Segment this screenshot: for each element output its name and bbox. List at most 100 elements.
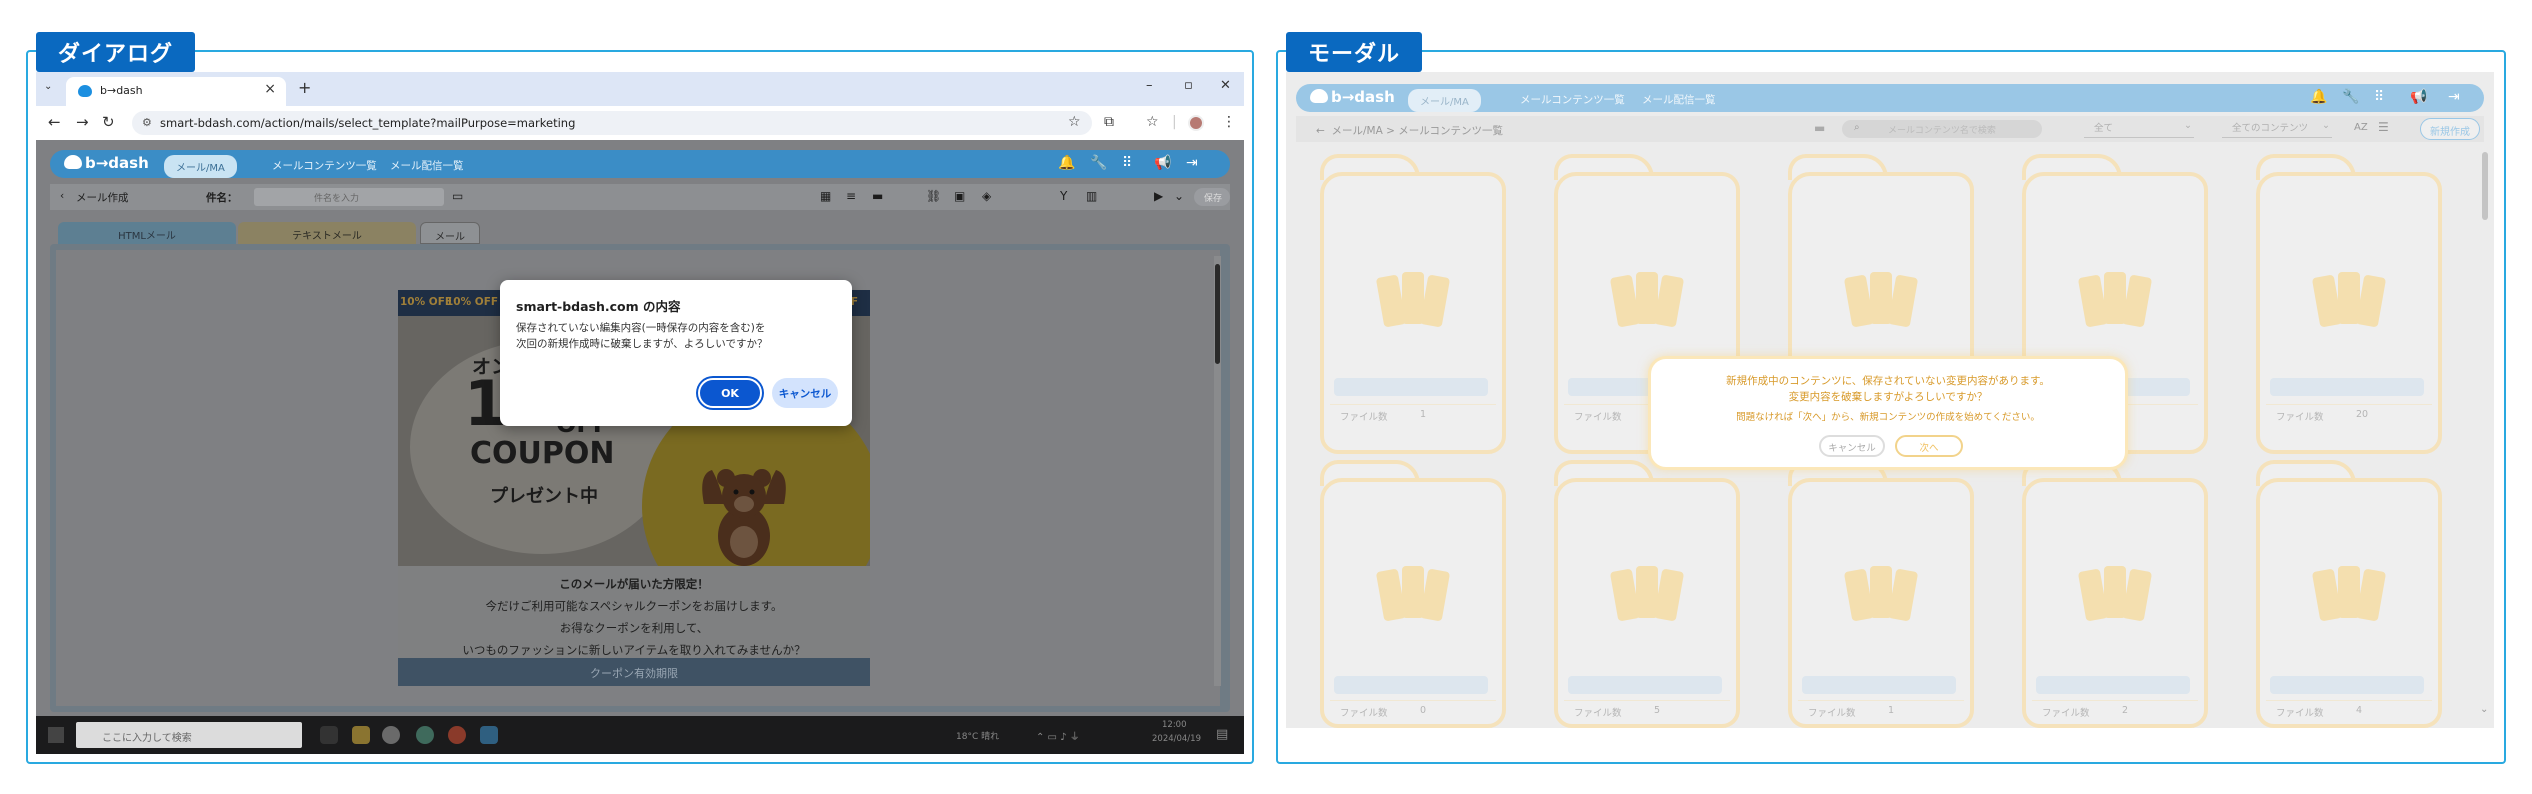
calendar-icon[interactable]: ▭ bbox=[452, 189, 463, 203]
content-folder-card[interactable]: ファイル数 20 bbox=[2256, 154, 2442, 454]
file-count-row: ファイル数 5 bbox=[1564, 700, 1730, 720]
browser-tab[interactable]: b→dash × bbox=[66, 77, 286, 106]
folder-files-icon bbox=[1376, 566, 1450, 621]
folder-files-icon bbox=[2312, 272, 2386, 327]
filter-icon[interactable]: Y bbox=[1060, 189, 1067, 203]
system-tray-icons[interactable]: ⌃ ▭ ♪ ⏚ bbox=[1036, 728, 1080, 743]
content-folder-card[interactable]: ファイル数 0 bbox=[1320, 460, 1506, 728]
editor-scroll-thumb[interactable] bbox=[1215, 264, 1220, 364]
right-app-header: b→dash メール/MA メールコンテンツ一覧 メール配信一覧 🔔 🔧 ⠿ 📢… bbox=[1296, 84, 2484, 112]
layout-icon[interactable]: ▦ bbox=[820, 189, 831, 203]
maximize-icon[interactable]: ▫ bbox=[1184, 78, 1193, 93]
content-search-input[interactable]: ⌕ メールコンテンツ名で検索 bbox=[1842, 120, 2042, 138]
minimize-icon[interactable]: – bbox=[1146, 78, 1153, 93]
list-icon[interactable]: ≡ bbox=[846, 189, 856, 203]
browser-tab-title: b→dash bbox=[100, 84, 143, 97]
coupon-expiry-button[interactable]: クーポン有効期限 bbox=[398, 658, 870, 686]
dialog-ok-button[interactable]: OK bbox=[698, 378, 762, 408]
profile-avatar[interactable] bbox=[1188, 115, 1204, 131]
edge-icon[interactable] bbox=[416, 726, 434, 744]
notification-icon[interactable]: ▤ bbox=[1216, 727, 1228, 742]
back-arrow-icon[interactable]: ← bbox=[1316, 125, 1325, 137]
window-close-icon[interactable]: ✕ bbox=[1220, 78, 1231, 93]
email-body-line-1: 今だけご利用可能なスペシャルクーポンをお届けします。 bbox=[485, 599, 783, 613]
modal-next-button[interactable]: 次へ bbox=[1895, 435, 1963, 457]
new-tab-icon[interactable]: + bbox=[298, 78, 311, 97]
bdash-logo[interactable]: b→dash bbox=[64, 154, 149, 172]
tag-icon[interactable]: ◈ bbox=[982, 189, 991, 203]
dialog-cancel-button[interactable]: キャンセル bbox=[772, 378, 838, 408]
subject-input[interactable]: 件名を入力 bbox=[254, 188, 444, 206]
content-folder-card[interactable]: ファイル数 4 bbox=[2256, 460, 2442, 728]
right-apps-grid-icon[interactable]: ⠿ bbox=[2374, 89, 2384, 105]
list-view-icon[interactable]: ☰ bbox=[2378, 120, 2389, 134]
content-folder-card[interactable]: ファイル数 5 bbox=[1554, 460, 1740, 728]
logout-icon[interactable]: ⇥ bbox=[1186, 155, 1198, 171]
tab-text-mail[interactable]: テキストメール bbox=[238, 222, 416, 244]
sort-az-icon[interactable]: AZ bbox=[2354, 122, 2368, 133]
tab-mail-3[interactable]: メール bbox=[420, 222, 480, 244]
tab-html-mail[interactable]: HTMLメール bbox=[58, 222, 236, 244]
apps-grid-icon[interactable]: ⠿ bbox=[1122, 155, 1132, 171]
wrench-icon[interactable]: 🔧 bbox=[1090, 155, 1107, 171]
filter-select-1[interactable]: 全て ⌄ bbox=[2084, 120, 2194, 138]
app-icon-red[interactable] bbox=[448, 726, 466, 744]
play-icon[interactable]: ▶ bbox=[1154, 189, 1163, 203]
columns-icon[interactable]: ▥ bbox=[1086, 189, 1097, 203]
megaphone-icon[interactable]: 📢 bbox=[1154, 155, 1171, 171]
chrome-icon[interactable] bbox=[382, 726, 400, 744]
link-icon[interactable]: ⛓ bbox=[926, 189, 941, 203]
content-folder-card[interactable]: ファイル数1 bbox=[1320, 154, 1506, 454]
content-folder-card[interactable]: ファイル数 2 bbox=[2022, 460, 2208, 728]
new-create-button[interactable]: 新規作成 bbox=[2420, 118, 2480, 140]
reload-icon[interactable]: ↻ bbox=[102, 113, 115, 131]
forward-arrow-icon[interactable]: → bbox=[76, 113, 89, 131]
folder-files-icon bbox=[2078, 566, 2152, 621]
scroll-down-icon[interactable]: ⌄ bbox=[2480, 704, 2488, 715]
address-bar[interactable]: ⚙ smart-bdash.com/action/mails/select_te… bbox=[132, 111, 1092, 135]
extensions-icon[interactable]: ⧉ bbox=[1104, 114, 1114, 130]
clock-date[interactable]: 2024/04/19 bbox=[1152, 734, 1201, 744]
back-chevron-icon[interactable]: ‹ bbox=[60, 190, 64, 202]
windows-start-icon[interactable] bbox=[48, 727, 64, 743]
favorites-icon[interactable]: ☆ bbox=[1146, 114, 1159, 130]
weather-widget[interactable]: 18°C 晴れ bbox=[956, 729, 999, 742]
task-view-icon[interactable] bbox=[320, 726, 338, 744]
content-folder-card[interactable]: ファイル数1 bbox=[1788, 460, 1974, 728]
taskbar-search-input[interactable]: ここに入力して検索 bbox=[76, 722, 302, 748]
bell-icon[interactable]: 🔔 bbox=[1058, 155, 1075, 171]
right-nav-mail-delivery[interactable]: メール配信一覧 bbox=[1642, 92, 1716, 107]
folder-add-icon[interactable]: ▬ bbox=[1814, 121, 1825, 135]
tab-list-chevron-icon[interactable]: ⌄ bbox=[44, 81, 52, 92]
site-info-icon[interactable]: ⚙ bbox=[142, 116, 152, 129]
right-bell-icon[interactable]: 🔔 bbox=[2310, 89, 2327, 105]
tab-close-icon[interactable]: × bbox=[264, 81, 276, 97]
editor-subbar: ‹ メール作成 件名： 件名を入力 ▭ ▦ ≡ ▬ ⛓ ▣ ◈ Y ▥ ▶ ⌄ … bbox=[50, 184, 1230, 210]
content-scrollbar[interactable] bbox=[2482, 152, 2488, 220]
file-explorer-icon[interactable] bbox=[352, 726, 370, 744]
right-bdash-logo[interactable]: b→dash bbox=[1310, 88, 1395, 106]
browser-menu-icon[interactable]: ⋮ bbox=[1222, 114, 1236, 130]
right-nav-mail-contents[interactable]: メールコンテンツ一覧 bbox=[1520, 92, 1625, 107]
save-button[interactable]: 保存 bbox=[1194, 188, 1230, 206]
app-icon-blue[interactable] bbox=[480, 726, 498, 744]
filter-select-2[interactable]: 全てのコンテンツ ⌄ bbox=[2222, 120, 2332, 138]
right-logout-icon[interactable]: ⇥ bbox=[2448, 89, 2460, 105]
chevron-down-icon[interactable]: ⌄ bbox=[1174, 189, 1184, 203]
back-arrow-icon[interactable]: ← bbox=[48, 113, 61, 131]
image-icon[interactable]: ▣ bbox=[954, 189, 965, 203]
right-wrench-icon[interactable]: 🔧 bbox=[2342, 89, 2359, 105]
nav-mail-contents[interactable]: メールコンテンツ一覧 bbox=[272, 158, 377, 173]
right-module-pill[interactable]: メール/MA bbox=[1408, 89, 1481, 112]
file-count-row: ファイル数 0 bbox=[1330, 700, 1496, 720]
module-pill[interactable]: メール/MA bbox=[164, 155, 237, 178]
nav-mail-delivery[interactable]: メール配信一覧 bbox=[390, 158, 464, 173]
folder-name-bar bbox=[1568, 676, 1722, 694]
bookmark-star-icon[interactable]: ☆ bbox=[1068, 114, 1081, 130]
email-body-heading: このメールが届いた方限定！ bbox=[559, 577, 709, 591]
clock-time[interactable]: 12:00 bbox=[1162, 720, 1187, 730]
right-megaphone-icon[interactable]: 📢 bbox=[2410, 89, 2427, 105]
modal-cancel-button[interactable]: キャンセル bbox=[1819, 435, 1885, 457]
block-icon[interactable]: ▬ bbox=[872, 189, 883, 203]
unsaved-changes-modal: 新規作成中のコンテンツに、保存されていない変更内容があります。 変更内容を破棄し… bbox=[1648, 356, 2128, 470]
